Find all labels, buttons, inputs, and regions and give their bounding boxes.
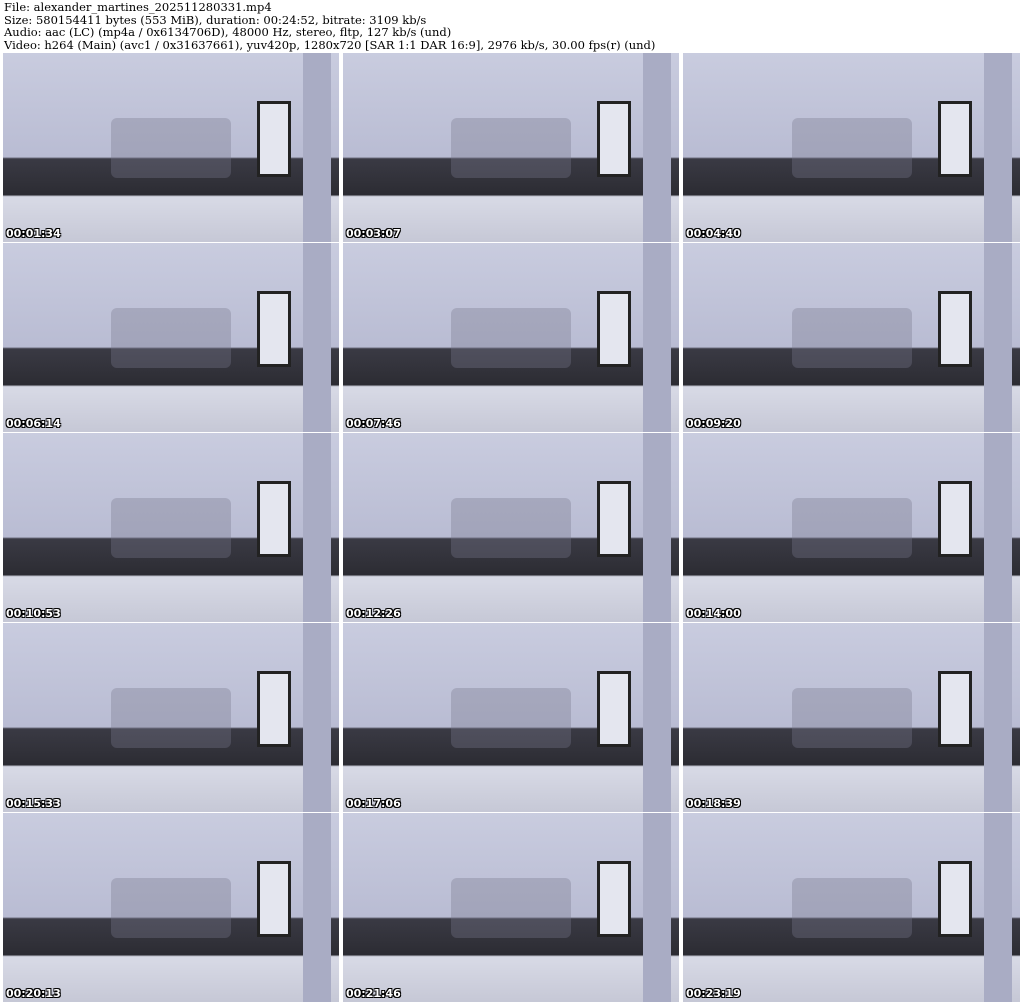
video-thumbnail: 00:20:13 [3,813,339,1002]
video-thumbnail: 00:23:19 [683,813,1020,1002]
timestamp-label: 00:18:39 [686,797,741,810]
timestamp-label: 00:06:14 [6,417,61,430]
thumbnail-background [643,623,671,812]
timestamp-label: 00:04:40 [686,227,741,240]
timestamp-label: 00:09:20 [686,417,741,430]
thumbnail-background [597,291,631,367]
image-placeholder [451,877,571,938]
thumbnail-background [643,53,671,242]
timestamp-label: 00:14:00 [686,607,741,620]
image-placeholder [451,307,571,368]
video-thumbnail: 00:01:34 [3,53,339,242]
timestamp-label: 00:01:34 [6,227,61,240]
video-thumbnail: 00:07:46 [343,243,679,432]
timestamp-label: 00:07:46 [346,417,401,430]
image-placeholder [111,117,231,178]
image-placeholder [791,497,912,558]
video-thumbnail: 00:06:14 [3,243,339,432]
video-thumbnail: 00:04:40 [683,53,1020,242]
audio-info: Audio: aac (LC) (mp4a / 0x6134706D), 480… [4,25,452,40]
file-info-header: File: alexander_martines_202511280331.mp… [4,1,655,51]
timestamp-label: 00:23:19 [686,987,741,1000]
video-thumbnail: 00:10:53 [3,433,339,622]
video-thumbnail: 00:03:07 [343,53,679,242]
image-placeholder [791,877,912,938]
thumbnail-background [597,861,631,937]
timestamp-label: 00:20:13 [6,987,61,1000]
image-placeholder [111,687,231,748]
thumbnail-background [597,101,631,177]
thumbnail-background [984,53,1012,242]
image-placeholder [791,307,912,368]
timestamp-label: 00:12:26 [346,607,401,620]
thumbnail-background [938,861,972,937]
timestamp-label: 00:10:53 [6,607,61,620]
thumbnail-background [303,813,331,1002]
thumbnail-background [643,243,671,432]
thumbnail-background [597,671,631,747]
thumbnail-background [303,243,331,432]
thumbnail-background [303,433,331,622]
image-placeholder [451,687,571,748]
image-placeholder [451,117,571,178]
thumbnail-background [597,481,631,557]
image-placeholder [791,117,912,178]
thumbnail-background [643,433,671,622]
thumbnail-background [257,481,291,557]
timestamp-label: 00:03:07 [346,227,401,240]
image-placeholder [451,497,571,558]
thumbnail-background [938,101,972,177]
image-placeholder [111,497,231,558]
thumbnail-background [257,861,291,937]
thumbnail-background [984,243,1012,432]
video-info: Video: h264 (Main) (avc1 / 0x31637661), … [4,37,656,52]
video-thumbnail: 00:18:39 [683,623,1020,812]
timestamp-label: 00:15:33 [6,797,61,810]
timestamp-label: 00:21:46 [346,987,401,1000]
timestamp-label: 00:17:06 [346,797,401,810]
thumbnail-background [938,291,972,367]
thumbnail-background [257,671,291,747]
thumbnail-background [303,53,331,242]
thumbnail-background [984,813,1012,1002]
image-placeholder [791,687,912,748]
thumbnail-background [257,291,291,367]
image-placeholder [111,307,231,368]
thumbnail-grid: 00:01:34 00:03:07 00:04:40 00:06:14 00:07:46… [3,53,1020,1002]
video-thumbnail: 00:09:20 [683,243,1020,432]
video-thumbnail: 00:21:46 [343,813,679,1002]
thumbnail-background [984,623,1012,812]
file-name: File: alexander_martines_202511280331.mp… [4,0,272,14]
thumbnail-background [938,671,972,747]
video-thumbnail: 00:17:06 [343,623,679,812]
video-thumbnail: 00:14:00 [683,433,1020,622]
thumbnail-background [938,481,972,557]
thumbnail-background [257,101,291,177]
video-thumbnail: 00:15:33 [3,623,339,812]
thumbnail-background [303,623,331,812]
thumbnail-background [643,813,671,1002]
thumbnail-background [984,433,1012,622]
video-thumbnail: 00:12:26 [343,433,679,622]
image-placeholder [111,877,231,938]
